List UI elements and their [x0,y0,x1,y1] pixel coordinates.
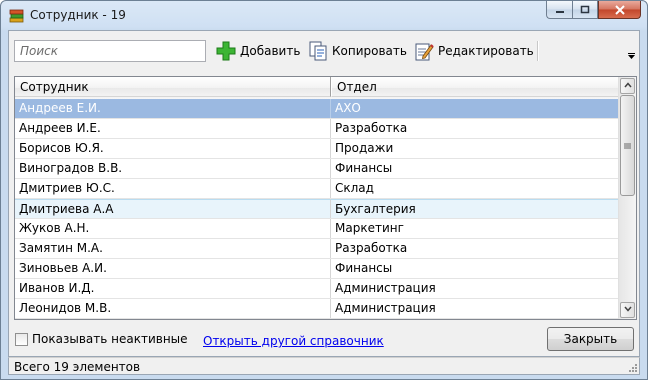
status-text: Всего 19 элементов [14,360,141,374]
add-button[interactable]: Добавить [215,40,300,62]
cell-department: Склад [335,181,374,195]
scroll-thumb[interactable] [620,95,635,196]
minimize-button[interactable] [546,1,572,19]
cell-department: Финансы [335,261,393,275]
copy-icon [309,41,327,61]
table-header: Сотрудник Отдел [15,77,619,99]
table-row[interactable]: Виноградов В.В. Финансы [15,159,619,179]
table-row[interactable]: Дмитриев Ю.С. Склад [15,179,619,199]
cell-employee: Жуков А.Н. [15,219,331,238]
cell-department: АХО [335,101,361,115]
cell-employee: Борисов Ю.Я. [15,139,331,158]
cell-employee: Дмитриева А.А [15,199,331,218]
vertical-scrollbar[interactable] [618,77,636,319]
title-bar[interactable]: Сотрудник - 19 [1,1,647,30]
cell-department: Разработка [335,241,408,255]
cell-department: Администрация [335,301,436,315]
table-body: Андреев Е.И. АХО Андреев И.Е. Разработка Б… [15,99,619,319]
toolbar-overflow-button[interactable] [628,52,635,61]
close-button[interactable]: Закрыть [547,327,634,351]
employees-table: Сотрудник Отдел Андреев Е.И. АХО Андреев … [14,76,637,320]
status-bar: Всего 19 элементов [8,357,640,375]
app-window: Сотрудник - 19 Добавить [0,0,648,380]
edit-pencil-icon [415,43,434,61]
scroll-down-button[interactable] [620,302,635,318]
table-row[interactable]: Андреев И.Е. Разработка [15,119,619,139]
table-row[interactable]: Дмитриева А.А Бухгалтерия [15,199,619,219]
close-icon [614,4,625,15]
table-row[interactable]: Леонидов М.В. Администрация [15,299,619,319]
cell-department: Бухгалтерия [331,199,619,218]
search-input[interactable] [14,40,206,62]
column-header-department[interactable]: Отдел [331,77,619,97]
cell-department: Финансы [335,161,393,175]
column-header-employee[interactable]: Сотрудник [15,77,331,97]
edit-button-label: Редактировать [438,44,534,58]
chevron-down-icon [623,306,632,312]
cell-department: Разработка [335,121,408,135]
cell-employee: Дмитриев Ю.С. [15,179,331,198]
scroll-up-button[interactable] [620,78,635,94]
cell-employee: Виноградов В.В. [15,159,331,178]
overflow-arrow-icon [628,53,635,59]
cell-department: Маркетинг [335,221,404,235]
cell-employee: Замятин М.А. [15,239,331,258]
copy-button[interactable]: Копировать [307,40,407,62]
bottom-panel: Показывать неактивные Открыть другой спр… [9,320,639,356]
cell-employee: Андреев И.Е. [15,119,331,138]
copy-button-label: Копировать [332,44,407,58]
open-other-directory-link[interactable]: Открыть другой справочник [203,334,384,348]
table-row[interactable]: Жуков А.Н. Маркетинг [15,219,619,239]
cell-employee: Зиновьев А.И. [15,259,331,278]
resize-grip-icon[interactable] [628,363,638,373]
client-area: Добавить Копировать Редактировать [8,30,640,357]
minimize-icon [555,10,564,13]
table-row[interactable]: Иванов И.Д. Администрация [15,279,619,299]
cell-employee: Иванов И.Д. [15,279,331,298]
cell-employee: Андреев Е.И. [15,99,331,118]
table-row[interactable]: Зиновьев А.И. Финансы [15,259,619,279]
caption-buttons [546,1,641,20]
edit-button[interactable]: Редактировать [413,40,534,62]
toolbar-separator [537,41,539,61]
toolbar: Добавить Копировать Редактировать [9,31,639,71]
close-window-button[interactable] [598,1,641,19]
table-row[interactable]: Замятин М.А. Разработка [15,239,619,259]
grip-lines-icon [624,143,631,148]
add-button-label: Добавить [240,44,301,58]
cell-employee: Леонидов М.В. [15,299,331,318]
cell-department: Продажи [335,141,394,155]
maximize-button[interactable] [572,1,598,19]
table-row[interactable]: Борисов Ю.Я. Продажи [15,139,619,159]
plus-icon [216,41,236,61]
cell-department: Администрация [335,281,436,295]
maximize-icon [580,5,590,13]
window-title: Сотрудник - 19 [30,8,126,22]
table-row[interactable]: Андреев Е.И. АХО [15,99,619,119]
show-inactive-label[interactable]: Показывать неактивные [32,332,188,346]
books-app-icon [9,9,24,23]
show-inactive-checkbox[interactable] [15,333,28,346]
chevron-up-icon [623,82,632,88]
